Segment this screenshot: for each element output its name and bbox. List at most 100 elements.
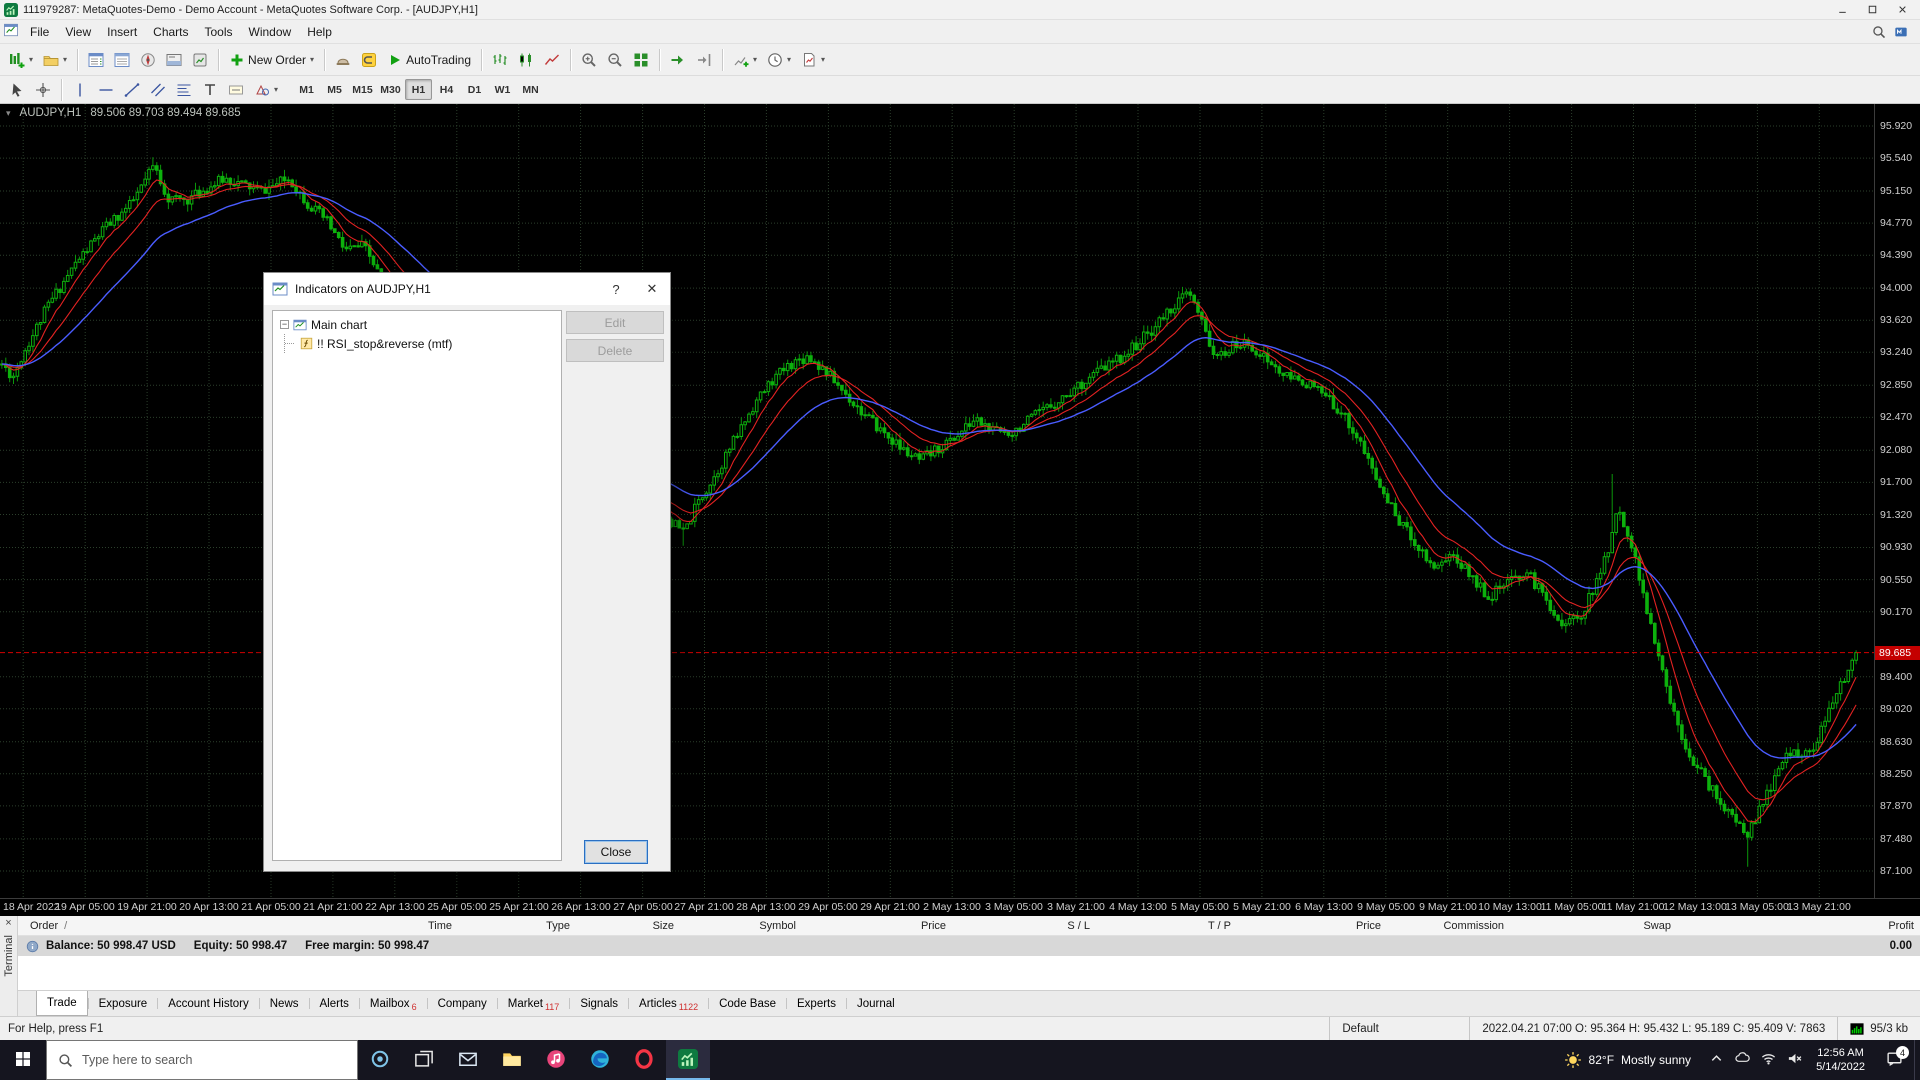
terminal-column-header[interactable]: Swap	[1510, 920, 1677, 932]
terminal-tab-signals[interactable]: Signals	[570, 991, 628, 1016]
terminal-tab-trade[interactable]: Trade	[36, 991, 88, 1016]
taskbar-search-input[interactable]: Type here to search	[46, 1040, 358, 1080]
terminal-column-header[interactable]: S / L	[952, 920, 1096, 932]
terminal-tab-alerts[interactable]: Alerts	[310, 991, 359, 1016]
terminal-tab-code-base[interactable]: Code Base	[709, 991, 786, 1016]
terminal-column-header[interactable]: Price	[1237, 920, 1387, 932]
expert-advisors-button[interactable]	[330, 47, 356, 73]
price-axis[interactable]: 95.92095.54095.15094.77094.39094.00093.6…	[1874, 104, 1920, 898]
search-icon[interactable]	[1872, 25, 1886, 39]
terminal-tab-company[interactable]: Company	[428, 991, 497, 1016]
navigator-button[interactable]	[135, 47, 161, 73]
tray-volume-muted-button[interactable]	[1781, 1040, 1807, 1080]
taskbar-app-file-explorer[interactable]	[490, 1040, 534, 1080]
close-button[interactable]	[1890, 0, 1920, 19]
data-window-button[interactable]	[109, 47, 135, 73]
terminal-column-header[interactable]: Time	[358, 920, 458, 932]
close-button[interactable]: Close	[584, 840, 648, 864]
taskbar-weather[interactable]: 82°F Mostly sunny	[1552, 1051, 1704, 1069]
tray-hidden-icons-button[interactable]	[1703, 1040, 1729, 1080]
tree-item-main-chart[interactable]: − Main chart	[275, 315, 559, 334]
status-profile[interactable]: Default	[1329, 1017, 1469, 1040]
maximize-button[interactable]	[1860, 0, 1890, 19]
new-order-button[interactable]: New Order▾	[224, 47, 319, 73]
terminal-column-header[interactable]: Price	[802, 920, 952, 932]
menu-file[interactable]: File	[22, 22, 57, 42]
terminal-tab-account-history[interactable]: Account History	[158, 991, 259, 1016]
minimize-button[interactable]	[1830, 0, 1860, 19]
terminal-column-header[interactable]: T / P	[1096, 920, 1237, 932]
cursor-button[interactable]	[4, 77, 30, 103]
templates-button[interactable]: ▾	[796, 47, 830, 73]
terminal-close-button[interactable]: ×	[5, 917, 11, 930]
terminal-tab-news[interactable]: News	[260, 991, 309, 1016]
tree-item-indicator[interactable]: !! RSI_stop&reverse (mtf)	[275, 334, 559, 353]
menu-charts[interactable]: Charts	[145, 22, 196, 42]
tile-windows-button[interactable]	[628, 47, 654, 73]
tree-collapse-toggle[interactable]: −	[280, 320, 289, 329]
menu-window[interactable]: Window	[241, 22, 300, 42]
taskbar-app-metatrader[interactable]	[666, 1040, 710, 1080]
tray-network-button[interactable]	[1755, 1040, 1781, 1080]
line-chart-button[interactable]	[539, 47, 565, 73]
terminal-column-header[interactable]: Commission	[1387, 920, 1510, 932]
terminal-column-header[interactable]: Size	[576, 920, 680, 932]
mql5-icon[interactable]	[1894, 25, 1908, 39]
terminal-panel-button[interactable]	[161, 47, 187, 73]
terminal-tab-market[interactable]: Market117	[498, 991, 570, 1016]
taskbar-clock[interactable]: 12:56 AM 5/14/2022	[1807, 1046, 1874, 1075]
terminal-column-header[interactable]: Symbol	[680, 920, 802, 932]
dialog-close-button[interactable]: ✕	[634, 273, 670, 305]
strategy-tester-button[interactable]	[187, 47, 213, 73]
action-center-button[interactable]: 4	[1874, 1040, 1914, 1080]
terminal-tab-journal[interactable]: Journal	[847, 991, 905, 1016]
trendline-button[interactable]	[119, 77, 145, 103]
profiles-button[interactable]: ▾	[38, 47, 72, 73]
timeframe-m1[interactable]: M1	[293, 79, 320, 100]
timeframe-w1[interactable]: W1	[489, 79, 516, 100]
chart-shift-button[interactable]	[691, 47, 717, 73]
taskbar-app-edge[interactable]	[578, 1040, 622, 1080]
taskbar-app-task-view[interactable]	[402, 1040, 446, 1080]
taskbar-app-cortana[interactable]	[358, 1040, 402, 1080]
timeframe-m15[interactable]: M15	[349, 79, 376, 100]
bar-chart-button[interactable]	[487, 47, 513, 73]
zoom-out-button[interactable]	[602, 47, 628, 73]
metaeditor-button[interactable]	[356, 47, 382, 73]
terminal-column-header[interactable]: Profit	[1677, 920, 1920, 932]
terminal-tab-mailbox[interactable]: Mailbox6	[360, 991, 427, 1016]
periods-button[interactable]: ▾	[762, 47, 796, 73]
taskbar-app-opera[interactable]	[622, 1040, 666, 1080]
crosshair-button[interactable]	[30, 77, 56, 103]
timeframe-m5[interactable]: M5	[321, 79, 348, 100]
zoom-in-button[interactable]	[576, 47, 602, 73]
terminal-tab-experts[interactable]: Experts	[787, 991, 846, 1016]
market-watch-button[interactable]	[83, 47, 109, 73]
fibonacci-button[interactable]	[171, 77, 197, 103]
balance-row[interactable]: Balance: 50 998.47 USDEquity: 50 998.47F…	[18, 936, 1920, 956]
timeframe-h1[interactable]: H1	[405, 79, 432, 100]
time-axis[interactable]: 18 Apr 202219 Apr 05:0019 Apr 21:0020 Ap…	[0, 898, 1920, 916]
dialog-help-button[interactable]: ?	[598, 273, 634, 305]
vertical-line-button[interactable]	[67, 77, 93, 103]
show-desktop-button[interactable]	[1914, 1040, 1920, 1080]
indicators-tree[interactable]: − Main chart !! RSI_stop&reverse (mtf)	[272, 310, 562, 861]
autotrading-button[interactable]: AutoTrading	[382, 47, 476, 73]
auto-scroll-button[interactable]	[665, 47, 691, 73]
taskbar-app-music[interactable]	[534, 1040, 578, 1080]
menu-insert[interactable]: Insert	[99, 22, 145, 42]
menu-view[interactable]: View	[57, 22, 99, 42]
text-button[interactable]	[197, 77, 223, 103]
menu-help[interactable]: Help	[299, 22, 340, 42]
channel-button[interactable]	[145, 77, 171, 103]
edit-button[interactable]: Edit	[566, 311, 664, 334]
delete-button[interactable]: Delete	[566, 339, 664, 362]
timeframe-d1[interactable]: D1	[461, 79, 488, 100]
indicators-button[interactable]: ▾	[728, 47, 762, 73]
new-chart-button[interactable]: ▾	[4, 47, 38, 73]
horizontal-line-button[interactable]	[93, 77, 119, 103]
timeframe-mn[interactable]: MN	[517, 79, 544, 100]
menu-tools[interactable]: Tools	[197, 22, 241, 42]
terminal-column-header[interactable]: Type	[458, 920, 576, 932]
label-button[interactable]	[223, 77, 249, 103]
